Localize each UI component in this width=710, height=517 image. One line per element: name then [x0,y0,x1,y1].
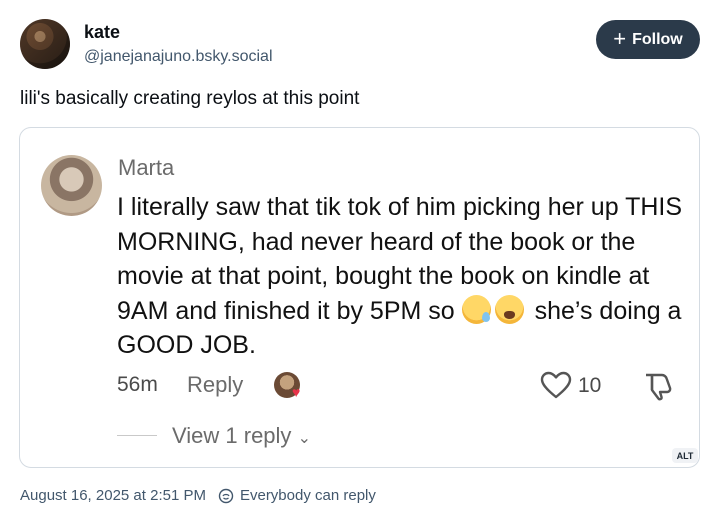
follow-label: Follow [632,30,683,48]
commenter-name: Marta [118,155,175,180]
author-display-name[interactable]: kate [84,22,120,43]
comment-text: I literally saw that tik tok of him pick… [117,190,697,363]
comment-time: 56m [117,373,158,396]
alt-badge[interactable]: ALT [672,448,698,463]
post-image[interactable]: Marta I literally saw that tik tok of hi… [19,127,700,468]
chevron-down-icon: ⌄ [297,430,311,447]
author-handle[interactable]: @janejanajuno.bsky.social [84,48,273,66]
liker-heart-icon: ♥ [292,384,301,400]
view-replies-link: View 1 reply ⌄ [172,423,311,449]
replies-divider [117,435,157,436]
post-date[interactable]: August 16, 2025 at 2:51 PM [20,487,206,504]
dislike-icon [646,373,672,401]
weary-face-icon [494,294,524,324]
author-avatar[interactable] [20,19,70,69]
comment-reply-label: Reply [187,372,244,397]
plus-icon: + [613,25,627,51]
reply-setting-icon [218,488,234,503]
post-meta: August 16, 2025 at 2:51 PM Everybody can… [20,487,376,504]
sleepy-face-icon [461,294,491,324]
view-replies-label: View 1 reply [172,423,292,448]
comment-like-count: 10 [578,374,602,397]
post-text: lili's basically creating reylos at this… [20,88,360,109]
heart-icon [540,371,572,399]
reply-setting-label[interactable]: Everybody can reply [240,487,376,504]
commenter-avatar [41,155,102,216]
follow-button[interactable]: + Follow [596,20,700,59]
